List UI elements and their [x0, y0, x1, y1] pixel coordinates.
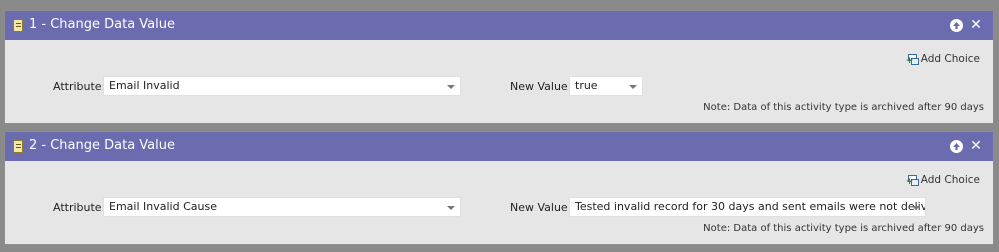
- move-up-button[interactable]: [949, 18, 963, 32]
- flow-step-2: 2 - Change Data Value ✕ + Add Choice Att…: [4, 131, 994, 245]
- add-choice-label: Add Choice: [920, 53, 980, 65]
- attribute-select-value: Email Invalid: [109, 79, 180, 92]
- new-value-select[interactable]: Tested invalid record for 30 days and se…: [569, 197, 926, 217]
- step-header: 2 - Change Data Value ✕: [5, 132, 993, 161]
- add-choice-label: Add Choice: [920, 174, 980, 186]
- close-button[interactable]: ✕: [969, 18, 983, 32]
- new-value-label: New Value:: [510, 201, 572, 214]
- close-icon: ✕: [970, 138, 982, 154]
- arrow-up-circle-icon: [949, 18, 963, 32]
- flow-step-icon: [13, 19, 23, 32]
- step-header: 1 - Change Data Value ✕: [5, 11, 993, 40]
- step-title: 2 - Change Data Value: [29, 138, 176, 153]
- attribute-select-value: Email Invalid Cause: [109, 200, 217, 213]
- new-value-select[interactable]: true: [569, 76, 643, 96]
- add-choice-button[interactable]: + Add Choice: [906, 174, 980, 186]
- flow-step-1: 1 - Change Data Value ✕ + Add Choice Att…: [4, 10, 994, 124]
- new-value-select-value: Tested invalid record for 30 days and se…: [575, 200, 926, 213]
- chevron-down-icon: [912, 206, 920, 210]
- new-value-select-value: true: [575, 79, 598, 92]
- chevron-down-icon: [447, 85, 455, 89]
- archive-note: Note: Data of this activity type is arch…: [703, 223, 984, 234]
- close-button[interactable]: ✕: [969, 139, 983, 153]
- chevron-down-icon: [447, 206, 455, 210]
- chevron-down-icon: [629, 85, 637, 89]
- add-choice-button[interactable]: + Add Choice: [906, 53, 980, 65]
- add-choice-icon: +: [906, 174, 919, 186]
- new-value-label: New Value:: [510, 80, 572, 93]
- add-choice-icon: +: [906, 53, 919, 65]
- close-icon: ✕: [970, 17, 982, 33]
- canvas-top-strip: [0, 0, 999, 9]
- arrow-up-circle-icon: [949, 139, 963, 153]
- attribute-select[interactable]: Email Invalid Cause: [103, 197, 461, 217]
- flow-step-icon: [13, 140, 23, 153]
- attribute-select[interactable]: Email Invalid: [103, 76, 461, 96]
- attribute-label: Attribute:: [53, 201, 106, 214]
- move-up-button[interactable]: [949, 139, 963, 153]
- attribute-label: Attribute:: [53, 80, 106, 93]
- step-title: 1 - Change Data Value: [29, 17, 176, 32]
- archive-note: Note: Data of this activity type is arch…: [703, 102, 984, 113]
